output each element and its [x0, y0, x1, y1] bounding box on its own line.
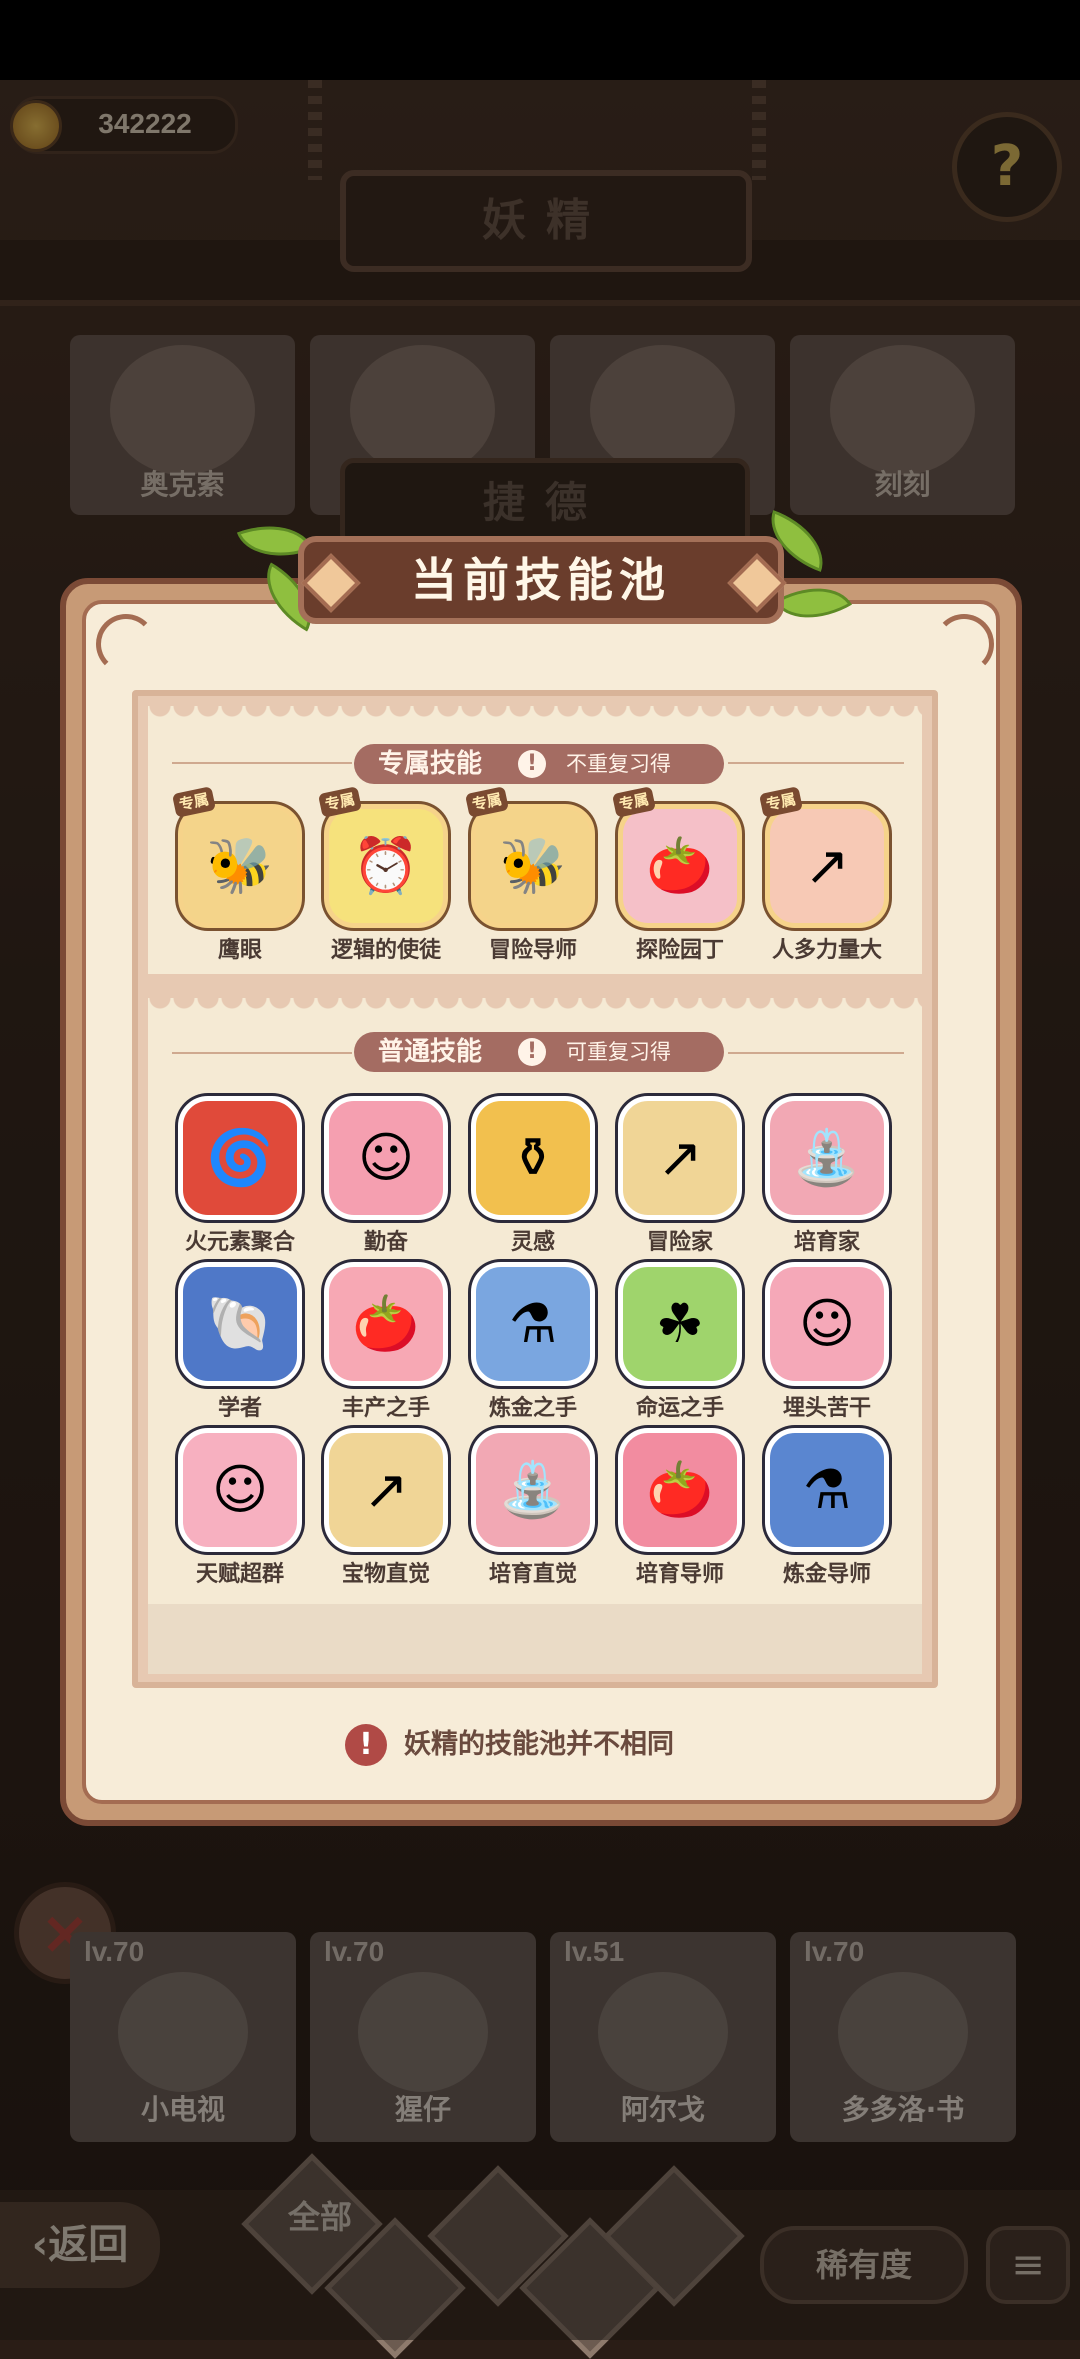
normal-skills-header: 普通技能 ! 可重复习得 — [354, 1032, 724, 1072]
divider-line — [728, 762, 904, 764]
tomato-icon: 🍅 — [646, 1458, 714, 1521]
clover-icon: ☘ — [655, 1292, 705, 1355]
normal-skills-title: 普通技能 — [378, 1037, 483, 1067]
skill-tile[interactable]: ↗ — [765, 804, 889, 928]
pot-icon: ⚱ — [510, 1126, 556, 1189]
skill-tile[interactable]: 🍅 — [618, 1428, 742, 1552]
scallop-edge — [148, 706, 922, 722]
skill-name: 冒险导师 — [488, 938, 577, 963]
skill-name: 学者 — [217, 1396, 262, 1421]
skill-tile[interactable]: 🐝 — [471, 804, 595, 928]
skill-tile[interactable]: ☺ — [324, 1096, 448, 1220]
pouch-arrow-icon: ↗ — [804, 834, 850, 897]
exclusive-skills-note: 不重复习得 — [566, 752, 671, 776]
watering-can-icon: ⛲ — [499, 1458, 567, 1521]
exclusive-skills-title: 专属技能 — [378, 749, 483, 779]
skill-pool-footnote: 妖精的技能池并不相同 — [404, 1729, 674, 1760]
skill-name: 火元素聚合 — [184, 1230, 295, 1255]
skill-tile[interactable]: 🐝 — [178, 804, 302, 928]
skill-tile[interactable]: 🐚 — [178, 1262, 302, 1386]
skill-name: 埋头苦干 — [782, 1396, 871, 1421]
skill-tile[interactable]: ☺ — [765, 1262, 889, 1386]
skill-tile[interactable]: ⚗ — [765, 1428, 889, 1552]
panel-title: 当前技能池 — [411, 553, 671, 607]
warning-icon: ! — [518, 1038, 546, 1066]
warning-icon: ! — [345, 1724, 387, 1766]
skill-name: 逻辑的使徒 — [330, 938, 441, 963]
skill-tile[interactable]: ☺ — [178, 1428, 302, 1552]
skill-tile[interactable]: ↗ — [324, 1428, 448, 1552]
bee-tomato-icon: 🍅 — [646, 834, 714, 897]
skill-name: 探险园丁 — [635, 938, 724, 963]
shell-icon: 🐚 — [206, 1292, 274, 1355]
pink-face-icon: ☺ — [798, 1292, 856, 1355]
divider-line — [728, 1052, 904, 1054]
cauldron-icon: ⚗ — [508, 1292, 558, 1355]
skill-tile[interactable]: 🌀 — [178, 1096, 302, 1220]
skill-tile[interactable]: ⛲ — [471, 1428, 595, 1552]
skill-name: 培育家 — [793, 1230, 860, 1255]
pouch-arrow-icon: ↗ — [363, 1458, 409, 1521]
skill-tile[interactable]: ⚗ — [471, 1262, 595, 1386]
bee-icon: 🐝 — [206, 834, 274, 897]
skill-name: 宝物直觉 — [341, 1562, 430, 1587]
divider-line — [172, 762, 352, 764]
skill-name: 炼金之手 — [488, 1396, 577, 1421]
skill-name: 炼金导师 — [782, 1562, 871, 1587]
pink-face-icon: ☺ — [357, 1126, 415, 1189]
watering-can-icon: ⛲ — [793, 1126, 861, 1189]
skill-list-bottom-area — [148, 1604, 922, 1674]
skill-tile[interactable]: ⏰ — [324, 804, 448, 928]
cauldron-icon: ⚗ — [802, 1458, 852, 1521]
skill-name: 鹰眼 — [217, 938, 262, 963]
bee-icon: 🐝 — [499, 834, 567, 897]
pouch-arrow-icon: ↗ — [657, 1126, 703, 1189]
fire-swirl-icon: 🌀 — [206, 1126, 274, 1189]
scallop-edge — [148, 998, 922, 1014]
skill-name: 培育直觉 — [488, 1562, 577, 1587]
skill-tile[interactable]: ⚱ — [471, 1096, 595, 1220]
skill-name: 命运之手 — [635, 1396, 724, 1421]
corner-ornament — [934, 614, 994, 674]
skill-name: 培育导师 — [635, 1562, 724, 1587]
pink-face-icon: ☺ — [211, 1458, 269, 1521]
corner-ornament — [96, 614, 156, 674]
clock-icon: ⏰ — [352, 834, 420, 897]
skill-name: 灵感 — [510, 1230, 555, 1255]
skill-tile[interactable]: ☘ — [618, 1262, 742, 1386]
skill-name: 冒险家 — [646, 1230, 713, 1255]
skill-name: 人多力量大 — [771, 938, 882, 963]
skill-name: 丰产之手 — [341, 1396, 430, 1421]
exclusive-skills-header: 专属技能 ! 不重复习得 — [354, 744, 724, 784]
skill-tile[interactable]: ↗ — [618, 1096, 742, 1220]
skill-tile[interactable]: ⛲ — [765, 1096, 889, 1220]
tomato-icon: 🍅 — [352, 1292, 420, 1355]
skill-tile[interactable]: 🍅 — [618, 804, 742, 928]
divider-line — [172, 1052, 352, 1054]
skill-name: 天赋超群 — [195, 1562, 284, 1587]
skill-name: 勤奋 — [363, 1230, 408, 1255]
skill-tile[interactable]: 🍅 — [324, 1262, 448, 1386]
warning-icon: ! — [518, 750, 546, 778]
normal-skills-note: 可重复习得 — [566, 1040, 671, 1064]
